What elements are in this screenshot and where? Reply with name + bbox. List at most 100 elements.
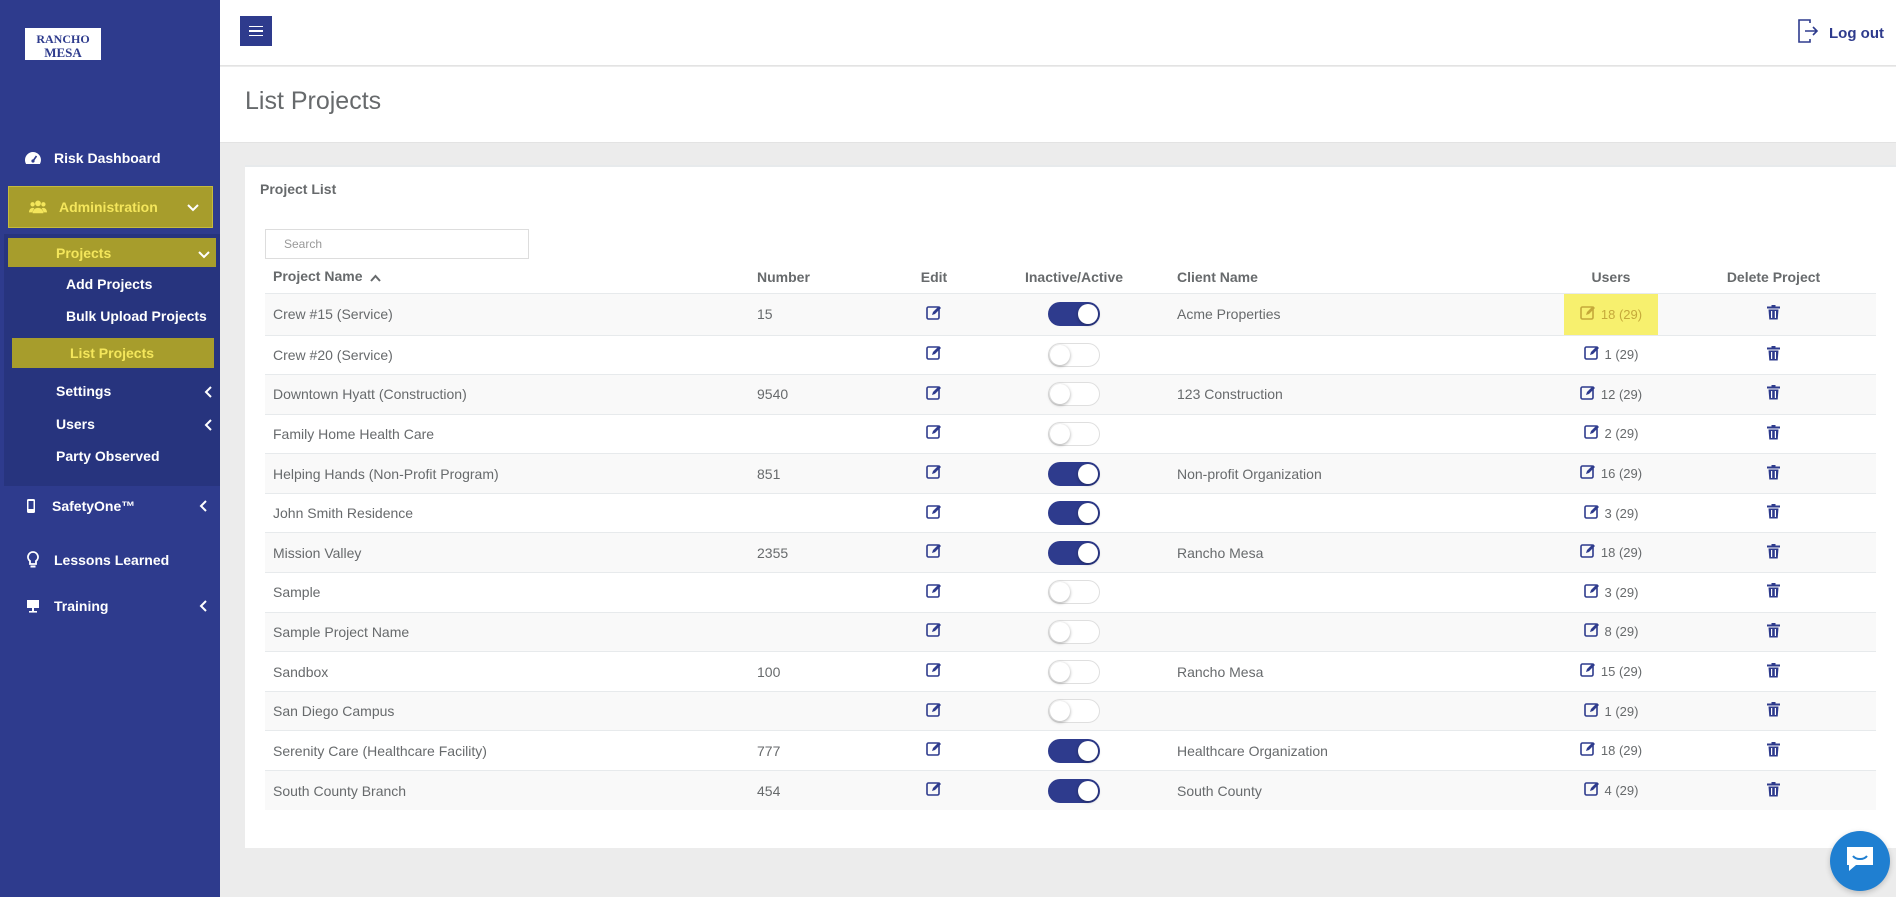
edit-users-icon xyxy=(1583,345,1600,364)
delete-trash-icon[interactable] xyxy=(1767,385,1780,400)
edit-users-link[interactable]: 18 (29) xyxy=(1563,293,1659,335)
lightbulb-icon xyxy=(24,551,42,569)
client-name-cell xyxy=(1169,572,1551,613)
sidebar-item-administration[interactable]: Administration xyxy=(8,186,213,228)
sidebar-item-label: Lessons Learned xyxy=(54,552,170,568)
project-name-cell: Helping Hands (Non-Profit Program) xyxy=(265,453,749,494)
projects-table: Project Name Number Edit Inactive/Active… xyxy=(265,261,1876,811)
client-name-cell xyxy=(1169,334,1551,375)
edit-project-icon[interactable] xyxy=(926,424,942,440)
edit-project-icon[interactable] xyxy=(926,504,942,520)
edit-users-link[interactable]: 3 (29) xyxy=(1583,504,1638,523)
sidebar-item-training[interactable]: Training xyxy=(0,589,220,623)
edit-users-link[interactable]: 12 (29) xyxy=(1580,385,1642,404)
chat-support-button[interactable] xyxy=(1830,831,1890,891)
active-toggle[interactable] xyxy=(1048,421,1100,446)
edit-project-icon[interactable] xyxy=(926,543,942,559)
active-toggle[interactable] xyxy=(1048,342,1100,367)
table-row: Downtown Hyatt (Construction) 9540 123 Con… xyxy=(265,374,1876,415)
edit-users-link[interactable]: 18 (29) xyxy=(1580,543,1642,562)
edit-users-link[interactable]: 3 (29) xyxy=(1583,583,1638,602)
table-row: Helping Hands (Non-Profit Program) 851 Non… xyxy=(265,453,1876,494)
edit-project-icon[interactable] xyxy=(926,741,942,757)
active-toggle[interactable] xyxy=(1048,619,1100,644)
sidebar-item-label: Add Projects xyxy=(66,276,153,292)
table-row: Serenity Care (Healthcare Facility) 777 He… xyxy=(265,730,1876,771)
sidebar-item-label: Settings xyxy=(56,383,112,399)
sidebar-item-projects[interactable]: Projects xyxy=(8,238,216,267)
edit-project-icon[interactable] xyxy=(926,662,942,678)
edit-users-link[interactable]: 18 (29) xyxy=(1580,741,1642,760)
logout-button[interactable]: Log out xyxy=(1797,18,1884,48)
sidebar-item-label: List Projects xyxy=(70,345,155,361)
edit-project-icon[interactable] xyxy=(926,305,942,321)
active-toggle[interactable] xyxy=(1048,738,1100,763)
sidebar-item-users[interactable]: Users xyxy=(56,409,216,439)
active-toggle[interactable] xyxy=(1048,778,1100,803)
sidebar: RANCHO MESA Risk Dashboard Administratio… xyxy=(0,0,220,897)
edit-users-link[interactable]: 15 (29) xyxy=(1580,662,1642,681)
sidebar-item-bulk-upload-projects[interactable]: Bulk Upload Projects xyxy=(66,301,216,331)
search-input[interactable] xyxy=(265,229,529,259)
delete-trash-icon[interactable] xyxy=(1767,781,1780,797)
edit-project-icon[interactable] xyxy=(926,781,942,797)
edit-users-link[interactable]: 2 (29) xyxy=(1583,424,1638,443)
sidebar-item-party-observed[interactable]: Party Observed xyxy=(56,441,216,471)
sidebar-item-list-projects[interactable]: List Projects xyxy=(12,338,214,368)
users-count: 4 (29) xyxy=(1604,783,1639,799)
delete-trash-icon[interactable] xyxy=(1767,464,1780,480)
table-row: San Diego Campus 1 (29) xyxy=(265,690,1876,731)
active-toggle[interactable] xyxy=(1048,501,1100,526)
active-toggle[interactable] xyxy=(1048,461,1100,486)
client-name-cell: Healthcare Organization xyxy=(1169,730,1551,771)
delete-trash-icon[interactable] xyxy=(1767,305,1780,320)
edit-project-icon[interactable] xyxy=(926,583,942,599)
users-count: 1 (29) xyxy=(1604,347,1639,363)
active-toggle[interactable] xyxy=(1048,659,1100,684)
edit-users-link[interactable]: 8 (29) xyxy=(1583,622,1639,641)
active-toggle[interactable] xyxy=(1048,302,1100,326)
logo-text-bottom: MESA xyxy=(44,45,82,60)
delete-trash-icon[interactable] xyxy=(1767,622,1780,638)
delete-trash-icon[interactable] xyxy=(1767,702,1780,717)
edit-project-icon[interactable] xyxy=(926,622,942,638)
edit-users-icon xyxy=(1580,385,1596,404)
sidebar-item-label: Administration xyxy=(59,199,158,215)
delete-trash-icon[interactable] xyxy=(1767,345,1780,361)
delete-trash-icon[interactable] xyxy=(1767,543,1780,559)
edit-project-icon[interactable] xyxy=(926,385,942,401)
edit-users-icon xyxy=(1583,622,1600,641)
edit-users-link[interactable]: 1 (29) xyxy=(1583,345,1639,364)
edit-users-icon xyxy=(1583,504,1600,523)
sidebar-item-safetyone[interactable]: SafetyOne™ xyxy=(0,489,220,523)
logout-label: Log out xyxy=(1829,24,1884,42)
delete-trash-icon[interactable] xyxy=(1767,504,1780,519)
active-toggle[interactable] xyxy=(1048,580,1100,605)
edit-users-link[interactable]: 16 (29) xyxy=(1580,464,1642,483)
column-header-project-name[interactable]: Project Name xyxy=(265,261,749,294)
rancho-mesa-logo[interactable]: RANCHO MESA xyxy=(25,28,101,60)
client-name-cell: Rancho Mesa xyxy=(1169,532,1551,573)
sidebar-item-add-projects[interactable]: Add Projects xyxy=(66,269,216,299)
edit-project-icon[interactable] xyxy=(926,345,942,361)
sidebar-item-settings[interactable]: Settings xyxy=(56,376,216,406)
sidebar-item-label: Projects xyxy=(56,244,112,261)
delete-trash-icon[interactable] xyxy=(1767,424,1780,440)
hamburger-menu-button[interactable] xyxy=(240,16,272,46)
edit-project-icon[interactable] xyxy=(926,464,942,480)
client-name-cell: 123 Construction xyxy=(1169,374,1551,415)
sidebar-item-risk-dashboard[interactable]: Risk Dashboard xyxy=(0,141,220,175)
active-toggle[interactable] xyxy=(1048,540,1100,565)
sidebar-item-lessons-learned[interactable]: Lessons Learned xyxy=(0,543,220,577)
active-toggle[interactable] xyxy=(1048,382,1100,407)
edit-users-link[interactable]: 4 (29) xyxy=(1583,781,1639,800)
delete-trash-icon[interactable] xyxy=(1767,583,1780,598)
edit-project-icon[interactable] xyxy=(926,702,942,718)
delete-trash-icon[interactable] xyxy=(1767,741,1780,757)
users-count: 8 (29) xyxy=(1604,624,1639,640)
project-list-card: Project List Project Name Number Edit In… xyxy=(245,165,1896,848)
delete-trash-icon[interactable] xyxy=(1767,662,1780,678)
active-toggle[interactable] xyxy=(1048,699,1100,724)
users-count: 12 (29) xyxy=(1600,386,1643,402)
edit-users-link[interactable]: 1 (29) xyxy=(1583,702,1638,721)
